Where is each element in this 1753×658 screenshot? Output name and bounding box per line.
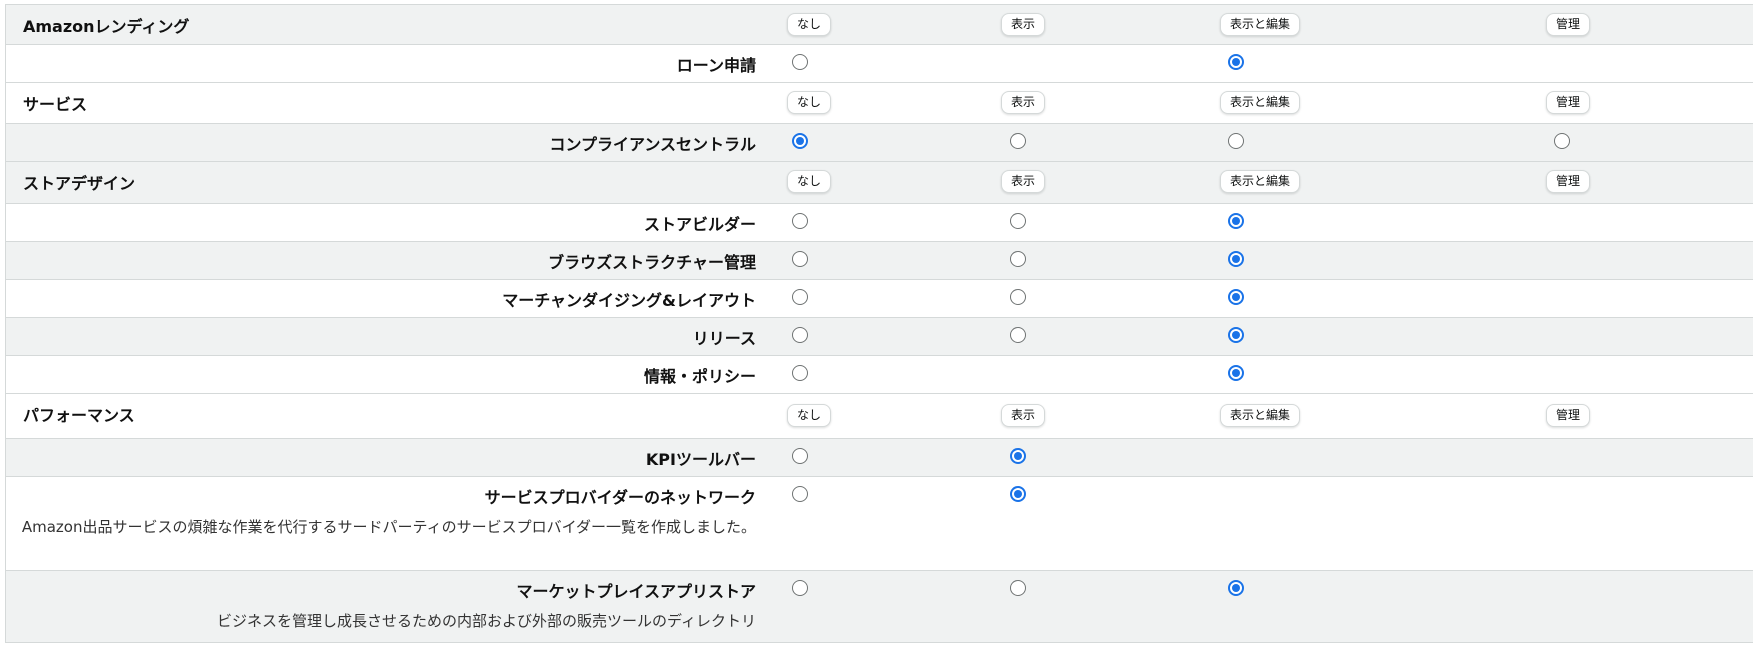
radio-none[interactable] xyxy=(792,327,808,343)
select-all-view-edit-button[interactable]: 表示と編集 xyxy=(1220,13,1301,36)
radio-admin[interactable] xyxy=(1554,133,1570,149)
permission-row-kpi-toolbar: KPIツールバー xyxy=(6,439,1753,477)
radio-none[interactable] xyxy=(792,54,808,70)
radio-view[interactable] xyxy=(1010,133,1026,149)
permission-name: ブラウズストラクチャー管理 xyxy=(548,253,756,272)
radio-view[interactable] xyxy=(1010,327,1026,343)
permission-name: コンプライアンスセントラル xyxy=(549,135,756,154)
permission-row-compliance-central: コンプライアンスセントラル xyxy=(6,124,1753,162)
permission-name: ローン申請 xyxy=(676,56,756,75)
group-header-performance: パフォーマンス なし 表示 表示と編集 管理 xyxy=(6,394,1753,439)
group-title: Amazonレンディング xyxy=(23,17,190,36)
group-title: ストアデザイン xyxy=(23,174,136,193)
radio-view-edit[interactable] xyxy=(1228,251,1244,267)
select-all-admin-button[interactable]: 管理 xyxy=(1546,91,1591,114)
permission-row-merchandising-layout: マーチャンダイジング&レイアウト xyxy=(6,280,1753,318)
select-all-view-button[interactable]: 表示 xyxy=(1001,404,1046,427)
select-all-view-button[interactable]: 表示 xyxy=(1001,170,1046,193)
radio-view-edit[interactable] xyxy=(1228,133,1244,149)
permission-description: ビジネスを管理し成長させるための内部および外部の販売ツールのディレクトリ xyxy=(217,612,756,630)
select-all-view-edit-button[interactable]: 表示と編集 xyxy=(1220,404,1301,427)
group-title: パフォーマンス xyxy=(23,406,135,425)
group-header-services: サービス なし 表示 表示と編集 管理 xyxy=(6,83,1753,124)
select-all-view-edit-button[interactable]: 表示と編集 xyxy=(1220,91,1301,114)
radio-none[interactable] xyxy=(792,133,808,149)
radio-none[interactable] xyxy=(792,251,808,267)
radio-view[interactable] xyxy=(1010,486,1026,502)
radio-view-edit[interactable] xyxy=(1228,289,1244,305)
radio-view-edit[interactable] xyxy=(1228,54,1244,70)
permission-row-browse-structure: ブラウズストラクチャー管理 xyxy=(6,242,1753,280)
permission-row-loan-application: ローン申請 xyxy=(6,45,1753,83)
radio-view[interactable] xyxy=(1010,580,1026,596)
radio-view-edit[interactable] xyxy=(1228,580,1244,596)
group-header-amazon-lending: Amazonレンディング なし 表示 表示と編集 管理 xyxy=(6,4,1753,45)
permission-name: マーチャンダイジング&レイアウト xyxy=(502,291,756,310)
select-all-none-button[interactable]: なし xyxy=(787,404,832,427)
group-title: サービス xyxy=(23,95,88,114)
select-all-admin-button[interactable]: 管理 xyxy=(1546,404,1591,427)
radio-none[interactable] xyxy=(792,289,808,305)
select-all-none-button[interactable]: なし xyxy=(787,170,832,193)
select-all-view-button[interactable]: 表示 xyxy=(1001,13,1046,36)
permissions-table: Amazonレンディング なし 表示 表示と編集 管理 ローン申請 サービス な… xyxy=(5,4,1753,643)
permission-description: Amazon出品サービスの煩雑な作業を代行するサードパーティのサービスプロバイダ… xyxy=(21,518,756,536)
permission-row-service-provider-network: サービスプロバイダーのネットワーク Amazon出品サービスの煩雑な作業を代行す… xyxy=(6,477,1753,571)
permission-name: KPIツールバー xyxy=(645,450,756,469)
radio-none[interactable] xyxy=(792,213,808,229)
radio-none[interactable] xyxy=(792,365,808,381)
radio-view[interactable] xyxy=(1010,213,1026,229)
select-all-view-edit-button[interactable]: 表示と編集 xyxy=(1220,170,1301,193)
radio-view[interactable] xyxy=(1010,289,1026,305)
permission-row-release: リリース xyxy=(6,318,1753,356)
select-all-admin-button[interactable]: 管理 xyxy=(1546,170,1591,193)
permission-row-info-policy: 情報・ポリシー xyxy=(6,356,1753,394)
radio-view-edit[interactable] xyxy=(1228,365,1244,381)
select-all-view-button[interactable]: 表示 xyxy=(1001,91,1046,114)
permission-name: ストアビルダー xyxy=(643,215,756,234)
permission-row-marketplace-appstore: マーケットプレイスアプリストア ビジネスを管理し成長させるための内部および外部の… xyxy=(6,571,1753,643)
select-all-admin-button[interactable]: 管理 xyxy=(1546,13,1591,36)
radio-none[interactable] xyxy=(792,448,808,464)
permission-name: マーケットプレイスアプリストア xyxy=(516,582,756,601)
radio-none[interactable] xyxy=(792,580,808,596)
select-all-none-button[interactable]: なし xyxy=(787,91,832,114)
permission-row-store-builder: ストアビルダー xyxy=(6,204,1753,242)
select-all-none-button[interactable]: なし xyxy=(787,13,832,36)
radio-view-edit[interactable] xyxy=(1228,213,1244,229)
radio-view[interactable] xyxy=(1010,251,1026,267)
radio-none[interactable] xyxy=(792,486,808,502)
group-header-store-design: ストアデザイン なし 表示 表示と編集 管理 xyxy=(6,162,1753,204)
permission-name: サービスプロバイダーのネットワーク xyxy=(484,488,756,507)
permission-name: リリース xyxy=(692,329,756,348)
permission-name: 情報・ポリシー xyxy=(643,367,756,386)
radio-view[interactable] xyxy=(1010,448,1026,464)
radio-view-edit[interactable] xyxy=(1228,327,1244,343)
